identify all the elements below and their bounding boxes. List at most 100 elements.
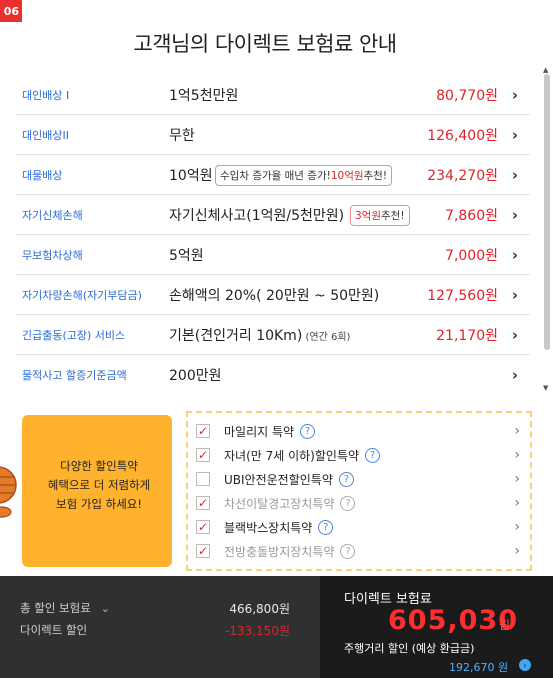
coverage-list: 대인배상 I 1억5천만원 80,770원 › 대인배상II 무한 126,40… [16, 75, 530, 395]
chevron-right-icon[interactable]: › [512, 366, 518, 384]
discount-item-lane-departure[interactable]: ✓ 차선이탈경고장치특약 ? › [196, 491, 526, 515]
coverage-label: 자기차량손해(자기부담금) [22, 288, 142, 302]
tooltip-highlight: 10억원 [330, 170, 364, 182]
total-discount-label[interactable]: 총 할인 보험료 ⌄ [20, 600, 110, 616]
coverage-value-main: 기본(견인거리 10Km) [169, 327, 303, 344]
coverage-price: 126,400원 [427, 127, 498, 144]
coverage-value: 무한 [169, 127, 195, 144]
coverage-price: 21,170원 [436, 327, 498, 344]
coverage-value: 1억5천만원 [169, 87, 239, 104]
mileage-refund-label: 주행거리 할인 (예상 환급금) [344, 642, 475, 655]
discount-item-mileage[interactable]: ✓ 마일리지 특약 ? › [196, 419, 526, 443]
help-icon[interactable]: ? [365, 447, 381, 463]
scroll-up-icon[interactable]: ▲ [543, 66, 548, 74]
coverage-price: 234,270원 [427, 167, 498, 184]
help-icon[interactable]: ? [300, 423, 316, 439]
coverage-value: 10억원 [169, 167, 213, 184]
discount-label: 블랙박스장치특약 [224, 520, 313, 535]
coverage-value-note: (연간 6회) [302, 331, 351, 343]
chevron-right-icon[interactable]: › [514, 543, 520, 559]
checkbox[interactable]: ✓ [196, 496, 210, 510]
coverage-row-emergency[interactable]: 긴급출동(고장) 서비스 기본(견인거리 10Km) (연간 6회) 21,17… [16, 315, 530, 355]
tooltip-text: 수입차 증가율 매년 증가! [220, 170, 331, 182]
coverage-value: 손해액의 20%( 20만원 ~ 50만원) [169, 287, 380, 304]
direct-discount-value: -133,150원 [225, 624, 290, 638]
coverage-label: 물적사고 할증기준금액 [22, 369, 127, 382]
chevron-right-icon[interactable]: › [514, 495, 520, 511]
chevron-circle-icon[interactable]: › [519, 659, 531, 671]
chevron-right-icon[interactable]: › [514, 519, 520, 535]
discount-label: UBI안전운전할인특약 [224, 472, 333, 487]
coverage-value: 기본(견인거리 10Km) (연간 6회) [169, 325, 350, 345]
chevron-right-icon[interactable]: › [512, 86, 518, 104]
chevron-right-icon[interactable]: › [512, 286, 518, 304]
chevron-right-icon[interactable]: › [514, 447, 520, 463]
promo-line: 보험 가입 하세요! [56, 497, 142, 511]
chevron-right-icon[interactable]: › [512, 326, 518, 344]
tooltip-highlight: 3억원 [355, 210, 382, 222]
coverage-row-bodily-2[interactable]: 대인배상II 무한 126,400원 › [16, 115, 530, 155]
page-title: 고객님의 다이렉트 보험료 안내 [133, 32, 397, 56]
discount-label: 전방충돌방지장치특약 [224, 544, 335, 559]
coverage-label: 대물배상 [22, 168, 63, 182]
discount-item-collision[interactable]: ✓ 전방충돌방지장치특약 ? › [196, 539, 526, 563]
scrollbar[interactable]: ▲ ▼ [542, 66, 552, 397]
coverage-row-surcharge[interactable]: 물적사고 할증기준금액 200만원 › [16, 355, 530, 395]
recommend-tooltip-property: 수입차 증가율 매년 증가! 10억원 추천! [215, 165, 393, 186]
discount-item-blackbox[interactable]: ✓ 블랙박스장치특약 ? › [196, 515, 526, 539]
discount-label: 차선이탈경고장치특약 [224, 496, 335, 511]
checkbox[interactable]: ✓ [196, 448, 210, 462]
tooltip-suffix: 추천! [381, 210, 405, 222]
coverage-row-bodily-1[interactable]: 대인배상 I 1억5천만원 80,770원 › [16, 75, 530, 115]
discount-panel: ✓ 마일리지 특약 ? › ✓ 자녀(만 7세 이하)할인특약 ? › UBI안… [186, 411, 532, 571]
coverage-label: 대인배상 I [22, 88, 70, 102]
help-icon[interactable]: ? [318, 519, 334, 535]
discount-item-ubi[interactable]: UBI안전운전할인특약 ? › [196, 467, 526, 491]
help-icon[interactable]: ? [340, 543, 356, 559]
tooltip-suffix: 추천! [363, 170, 388, 182]
coverage-price: 7,860원 [445, 207, 498, 224]
checkbox[interactable]: ✓ [196, 424, 210, 438]
coverage-price: 7,000원 [445, 247, 498, 264]
mileage-refund-value: 192,670 원 [449, 661, 509, 674]
chevron-right-icon[interactable]: › [512, 166, 518, 184]
coverage-value: 200만원 [169, 368, 222, 384]
help-icon[interactable]: ? [338, 471, 354, 487]
coverage-value: 자기신체사고(1억원/5천만원) [169, 207, 345, 224]
checkbox[interactable]: ✓ [196, 520, 210, 534]
help-icon[interactable]: ? [340, 495, 356, 511]
promo-line: 혜택으로 더 저렴하게 [47, 478, 151, 492]
coverage-value: 5억원 [169, 247, 204, 264]
chevron-right-icon[interactable]: › [512, 126, 518, 144]
checkbox[interactable] [196, 472, 210, 486]
recommend-tooltip-bodily: 3억원 추천! [350, 205, 410, 226]
chevron-right-icon[interactable]: › [514, 471, 520, 487]
chevron-right-icon[interactable]: › [512, 206, 518, 224]
discount-item-child[interactable]: ✓ 자녀(만 7세 이하)할인특약 ? › [196, 443, 526, 467]
total-discount-value: 466,800원 [229, 602, 290, 616]
step-badge: 06 [0, 0, 22, 22]
checkbox[interactable]: ✓ [196, 544, 210, 558]
direct-discount-label: 다이렉트 할인 [20, 623, 88, 637]
chevron-right-icon[interactable]: › [512, 246, 518, 264]
discount-label: 자녀(만 7세 이하)할인특약 [224, 448, 360, 463]
coverage-row-own-vehicle[interactable]: 자기차량손해(자기부담금) 손해액의 20%( 20만원 ~ 50만원) 127… [16, 275, 530, 315]
scroll-down-icon[interactable]: ▼ [543, 384, 548, 392]
discount-label: 마일리지 특약 [224, 424, 295, 439]
coverage-price: 127,560원 [427, 287, 498, 304]
coverage-label: 긴급출동(고장) 서비스 [22, 328, 126, 342]
scroll-thumb[interactable] [544, 74, 550, 350]
coverage-row-self-injury[interactable]: 자기신체손해 자기신체사고(1억원/5천만원) 3억원 추천! 7,860원 › [16, 195, 530, 235]
coverage-label: 대인배상II [22, 128, 69, 142]
chevron-right-icon[interactable]: › [514, 423, 520, 439]
chevron-down-icon[interactable]: ⌄ [100, 601, 110, 615]
coverage-row-uninsured[interactable]: 무보험차상해 5억원 7,000원 › [16, 235, 530, 275]
mascot-icon [0, 466, 17, 518]
promo-box: 다양한 할인특약 혜택으로 더 저렴하게 보험 가입 하세요! [22, 415, 172, 567]
coverage-price: 80,770원 [436, 87, 498, 104]
coverage-row-property[interactable]: 대물배상 10억원 수입차 증가율 매년 증가! 10억원 추천! 234,27… [16, 155, 530, 195]
promo-text: 다양한 할인특약 혜택으로 더 저렴하게 보험 가입 하세요! [36, 457, 162, 514]
promo-line: 다양한 할인특약 [60, 459, 138, 473]
premium-unit: 원 [499, 618, 511, 632]
coverage-label: 자기신체손해 [22, 208, 83, 222]
